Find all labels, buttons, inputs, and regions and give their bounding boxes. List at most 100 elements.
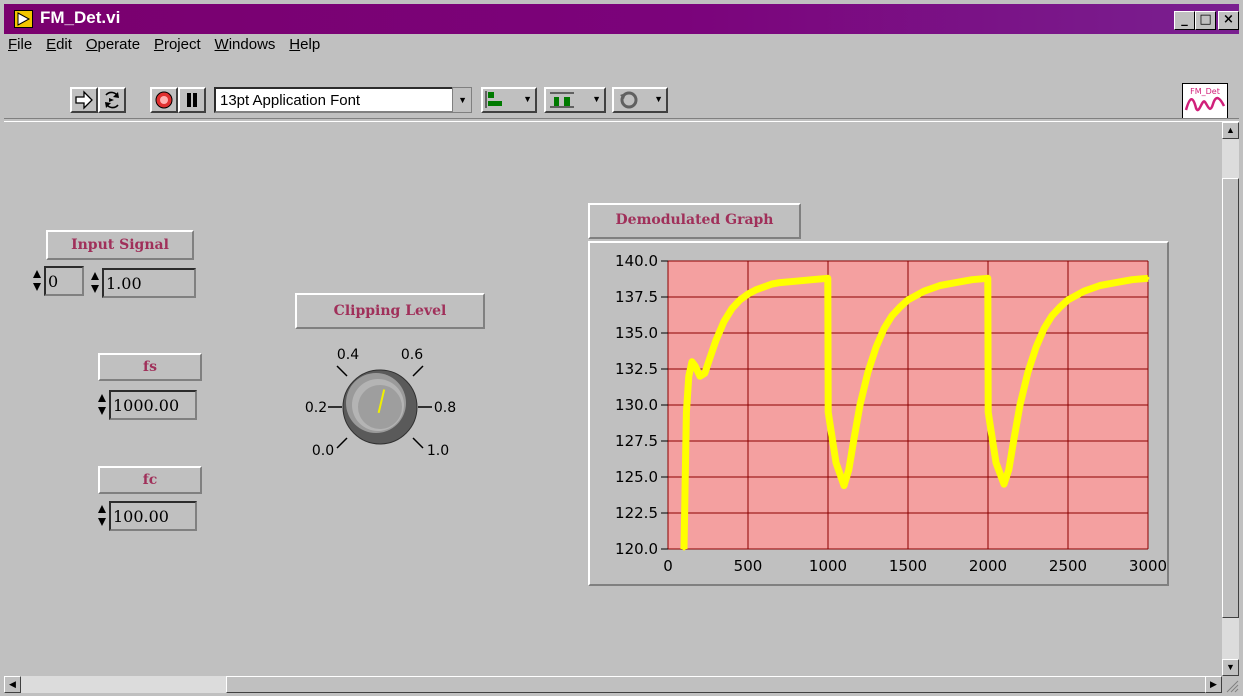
menu-edit[interactable]: Edit bbox=[46, 36, 72, 53]
font-select[interactable]: 13pt Application Font bbox=[214, 87, 472, 113]
horizontal-scrollbar[interactable]: ◀ ▶ bbox=[4, 676, 1222, 693]
reorder-button[interactable]: ▼ bbox=[612, 87, 668, 113]
run-continuously-button[interactable] bbox=[98, 87, 126, 113]
data-point bbox=[762, 285, 766, 289]
data-point bbox=[778, 281, 782, 285]
vi-window: FM_Det.vi _ □ × File Edit Operate Projec… bbox=[0, 0, 1243, 696]
x-tick-label: 1500 bbox=[889, 557, 927, 575]
data-point bbox=[1130, 278, 1134, 282]
increment-decrement-icon[interactable] bbox=[32, 268, 42, 294]
menu-operate[interactable]: Operate bbox=[86, 36, 140, 53]
vi-icon-label: FM_Det bbox=[1190, 87, 1220, 96]
data-point bbox=[986, 410, 990, 414]
increment-decrement-icon[interactable] bbox=[97, 392, 107, 418]
vi-connector-icon[interactable]: FM_Det bbox=[1182, 83, 1228, 119]
x-tick-label: 500 bbox=[734, 557, 763, 575]
data-point bbox=[690, 360, 694, 364]
title-bar[interactable]: FM_Det.vi _ □ × bbox=[4, 4, 1239, 34]
data-point bbox=[826, 276, 830, 280]
x-tick-label: 2500 bbox=[1049, 557, 1087, 575]
clipping-level-knob[interactable]: 0.0 0.2 0.4 0.6 0.8 1.0 bbox=[290, 335, 470, 485]
chevron-left-icon: ◀ bbox=[9, 679, 16, 689]
y-tick-label: 125.0 bbox=[615, 468, 658, 486]
run-arrow-icon bbox=[75, 90, 93, 110]
data-point bbox=[684, 410, 688, 414]
horizontal-scroll-thumb[interactable] bbox=[226, 676, 1210, 693]
increment-decrement-icon[interactable] bbox=[90, 270, 100, 296]
knob-tick-label: 0.2 bbox=[305, 400, 327, 416]
data-point bbox=[754, 288, 758, 292]
x-tick-label: 0 bbox=[663, 557, 673, 575]
distribute-objects-button[interactable]: ▼ bbox=[544, 87, 606, 113]
increment-decrement-icon[interactable] bbox=[97, 503, 107, 529]
data-point bbox=[1042, 327, 1046, 331]
data-point bbox=[794, 279, 798, 283]
menu-help[interactable]: Help bbox=[289, 36, 320, 53]
input-signal-index-field[interactable]: 0 bbox=[44, 266, 84, 296]
resize-grip[interactable] bbox=[1222, 676, 1239, 693]
graph-plot: 120.0 122.5 125.0 127.5 130.0 132.5 135.0 137.5… bbox=[615, 252, 1167, 575]
scroll-right-button[interactable]: ▶ bbox=[1205, 676, 1222, 693]
demodulated-graph[interactable]: 120.0 122.5 125.0 127.5 130.0 132.5 135.0 137.5… bbox=[588, 241, 1169, 586]
x-tick-label: 1000 bbox=[809, 557, 847, 575]
input-signal-value-field[interactable]: 1.00 bbox=[102, 268, 196, 298]
fs-field[interactable]: 1000.00 bbox=[109, 390, 197, 420]
abort-button[interactable] bbox=[150, 87, 178, 113]
vertical-scroll-thumb[interactable] bbox=[1222, 178, 1239, 618]
data-point bbox=[842, 484, 846, 488]
data-point bbox=[1007, 468, 1011, 472]
data-point bbox=[986, 276, 990, 280]
data-point bbox=[898, 305, 902, 309]
demodulated-graph-label: Demodulated Graph bbox=[588, 203, 801, 239]
scroll-left-button[interactable]: ◀ bbox=[4, 676, 21, 693]
maximize-button[interactable]: □ bbox=[1195, 11, 1216, 30]
y-tick-label: 130.0 bbox=[615, 396, 658, 414]
y-tick-label: 140.0 bbox=[615, 252, 658, 270]
menu-project[interactable]: Project bbox=[154, 36, 201, 53]
align-objects-icon bbox=[485, 91, 502, 108]
knob-tick-label: 0.8 bbox=[434, 400, 456, 416]
scroll-up-button[interactable]: ▲ bbox=[1222, 122, 1239, 139]
align-objects-button[interactable]: ▼ bbox=[481, 87, 537, 113]
input-signal-index[interactable]: 0 bbox=[32, 266, 84, 296]
reorder-icon bbox=[620, 91, 638, 109]
vertical-scrollbar[interactable]: ▲ ▼ bbox=[1222, 122, 1239, 676]
fc-control[interactable]: 100.00 bbox=[97, 501, 197, 531]
data-point bbox=[708, 357, 712, 361]
pause-button[interactable] bbox=[178, 87, 206, 113]
close-button[interactable]: × bbox=[1218, 11, 1239, 30]
chevron-down-icon: ▼ bbox=[1226, 662, 1235, 672]
data-point bbox=[1002, 482, 1006, 486]
font-select-value: 13pt Application Font bbox=[220, 92, 361, 109]
data-point bbox=[738, 298, 742, 302]
y-tick-label: 137.5 bbox=[615, 288, 658, 306]
data-point bbox=[703, 371, 707, 375]
scroll-down-button[interactable]: ▼ bbox=[1222, 659, 1239, 676]
minimize-button[interactable]: _ bbox=[1174, 11, 1195, 30]
data-point bbox=[834, 461, 838, 465]
input-signal-value[interactable]: 1.00 bbox=[90, 268, 196, 298]
fc-field[interactable]: 100.00 bbox=[109, 501, 197, 531]
knob-tick-label: 0.0 bbox=[312, 443, 334, 459]
data-point bbox=[938, 283, 942, 287]
run-button[interactable] bbox=[70, 87, 98, 113]
fs-control[interactable]: 1000.00 bbox=[97, 390, 197, 420]
maximize-icon: □ bbox=[1199, 12, 1212, 27]
data-point bbox=[1050, 314, 1054, 318]
pause-icon bbox=[187, 93, 197, 107]
y-tick-label: 120.0 bbox=[615, 540, 658, 558]
knob-tick-label: 0.4 bbox=[337, 347, 359, 363]
clipping-level-label: Clipping Level bbox=[295, 293, 485, 329]
data-point bbox=[890, 314, 894, 318]
menu-file[interactable]: File bbox=[8, 36, 32, 53]
data-point bbox=[1018, 403, 1022, 407]
menu-windows[interactable]: Windows bbox=[215, 36, 276, 53]
data-point bbox=[1026, 370, 1030, 374]
data-point bbox=[746, 292, 750, 296]
y-tick-label: 122.5 bbox=[615, 504, 658, 522]
labview-run-icon bbox=[14, 10, 33, 28]
x-tick-label: 3000 bbox=[1129, 557, 1167, 575]
font-select-dropdown-button[interactable]: ▼ bbox=[452, 87, 472, 113]
data-point bbox=[906, 298, 910, 302]
run-continuously-icon bbox=[105, 91, 119, 109]
